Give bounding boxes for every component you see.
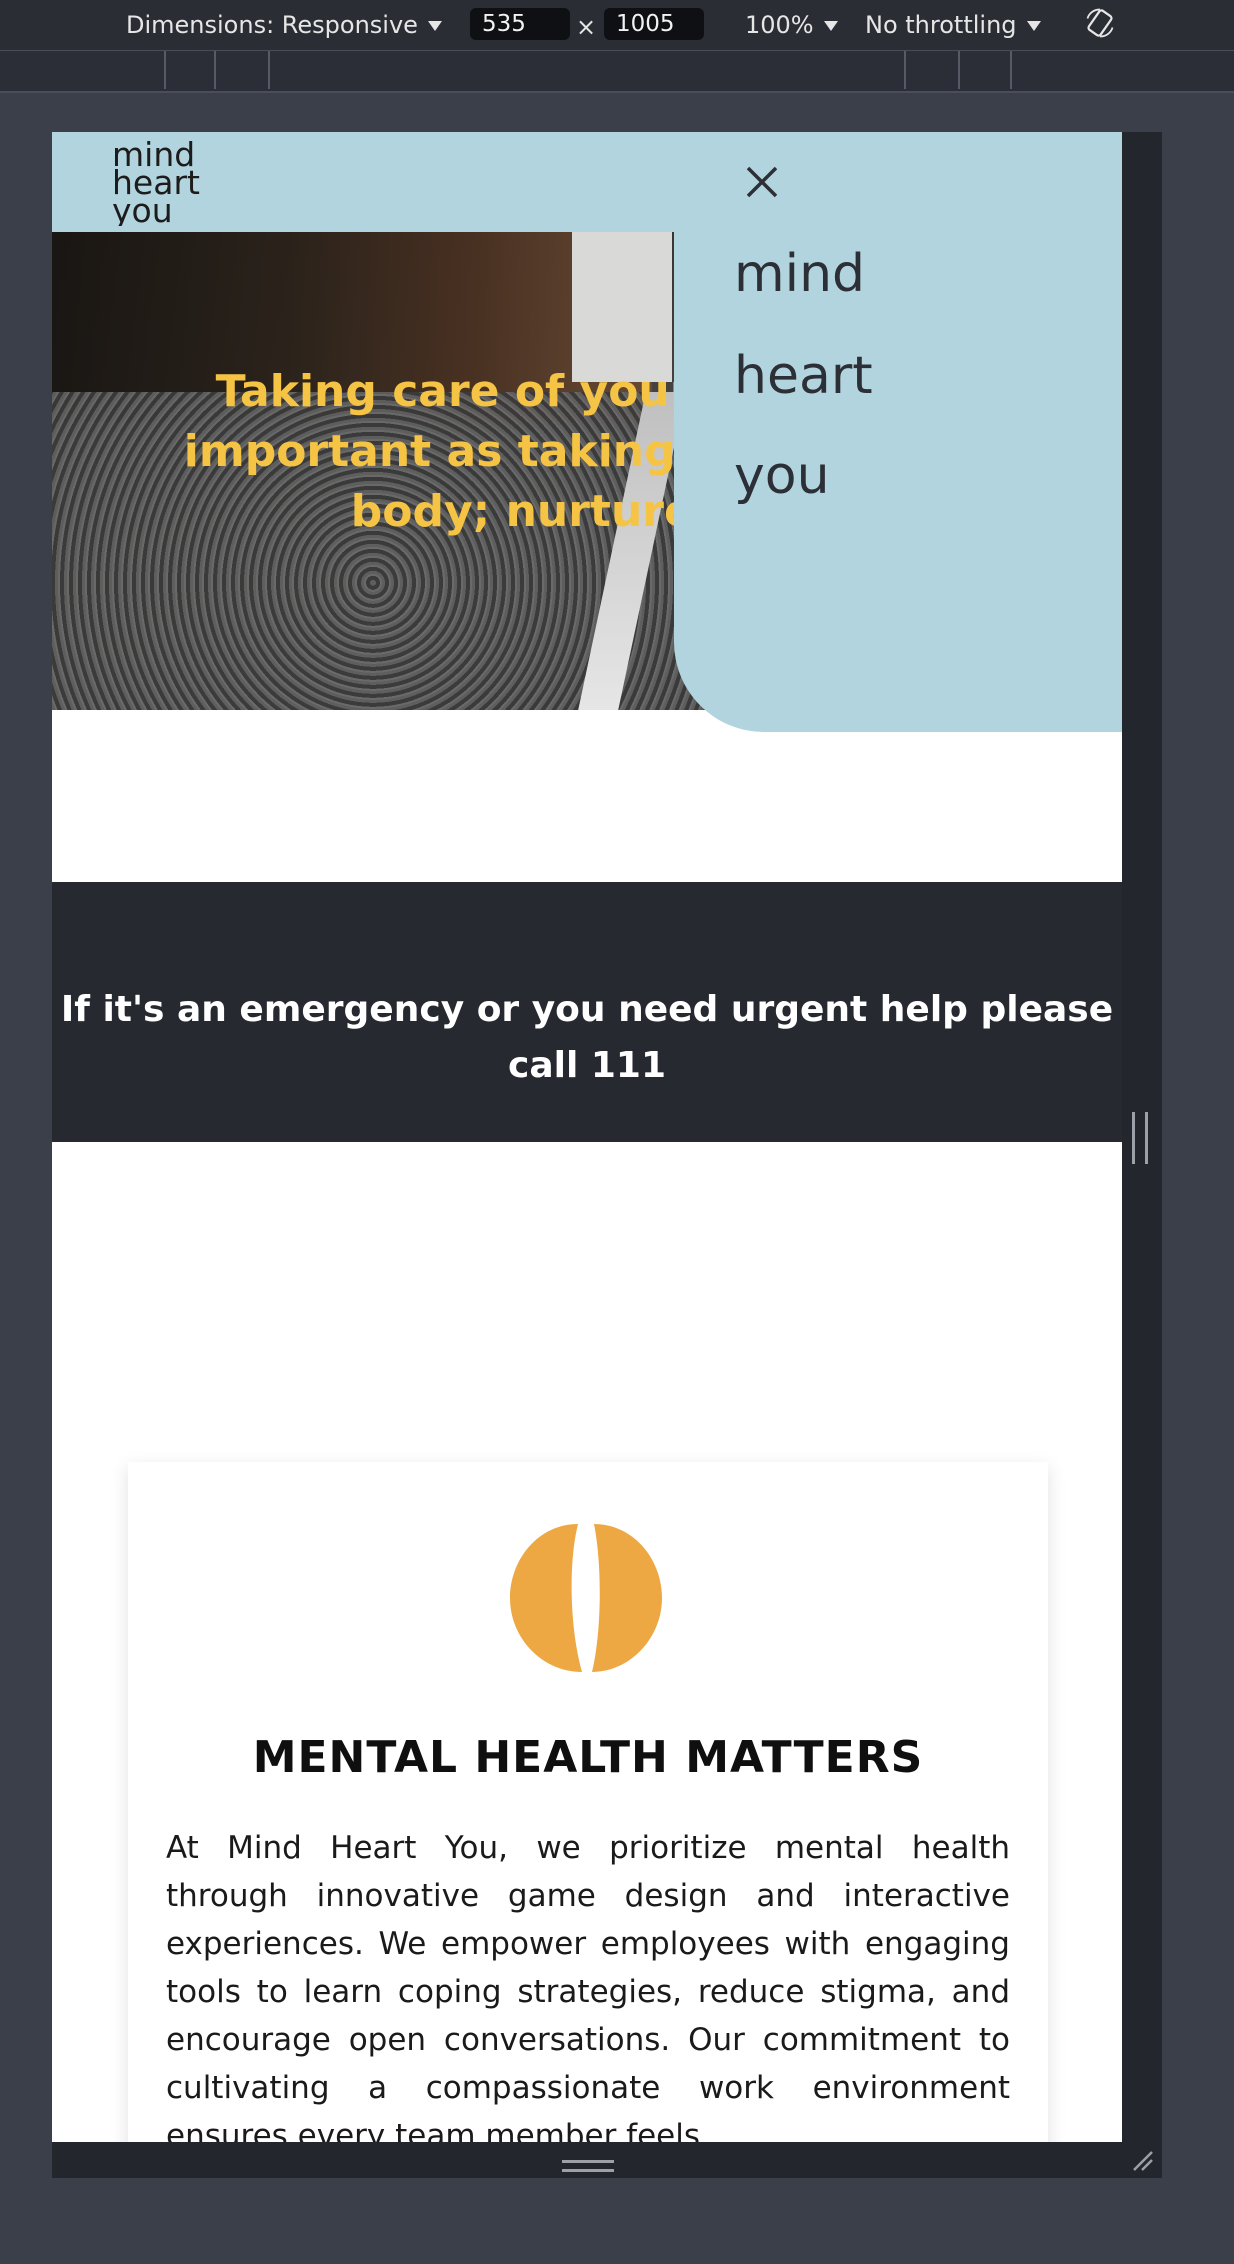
dropdown-caret-icon: [1026, 21, 1041, 31]
close-icon[interactable]: [742, 162, 782, 202]
height-input[interactable]: 1005: [604, 8, 704, 40]
menu-item-heart[interactable]: heart: [734, 346, 873, 406]
zoom-label: 100%: [745, 11, 814, 39]
menu-item-you[interactable]: you: [734, 446, 830, 506]
corner-resize-icon[interactable]: [1130, 2148, 1154, 2172]
dimensions-dropdown[interactable]: Dimensions: Responsive: [126, 8, 442, 42]
nav-menu: mind heart you: [674, 132, 1122, 732]
ruler-segment[interactable]: [164, 51, 166, 89]
ruler-segment[interactable]: [214, 51, 216, 89]
device-viewport: mind heart you Taking care of your mind …: [52, 132, 1122, 2142]
svg-text:you: you: [112, 191, 173, 226]
dimensions-label: Dimensions: Responsive: [126, 11, 418, 39]
ruler-segment[interactable]: [904, 51, 906, 89]
rotate-icon[interactable]: [1080, 6, 1120, 40]
ruler-segment[interactable]: [268, 51, 270, 89]
zoom-dropdown[interactable]: 100%: [745, 8, 838, 42]
card-body: At Mind Heart You, we prioritize mental …: [166, 1830, 1010, 2142]
right-resize-handle[interactable]: [1122, 132, 1162, 2178]
menu-item-mind[interactable]: mind: [734, 244, 865, 304]
card-title: MENTAL HEALTH MATTERS: [252, 1732, 924, 1783]
dropdown-caret-icon: [427, 21, 442, 31]
devtools-toolbar: Dimensions: Responsive 535 × 1005 100% N…: [0, 0, 1234, 50]
resize-grip-icon: [1132, 1112, 1148, 1164]
spacer: [52, 710, 1122, 882]
hero-sky-image: [572, 232, 672, 382]
ruler-segment[interactable]: [958, 51, 960, 89]
emergency-text: If it's an emergency or you need urgent …: [60, 989, 1114, 1086]
bottom-resize-handle[interactable]: [52, 2142, 1162, 2178]
brain-icon: [510, 1524, 662, 1672]
site-logo[interactable]: mind heart you: [110, 138, 250, 226]
resize-grip-icon: [562, 2160, 614, 2172]
media-query-ruler[interactable]: [0, 50, 1234, 93]
ruler-segment[interactable]: [1010, 51, 1012, 89]
dropdown-caret-icon: [823, 21, 838, 31]
throttling-dropdown[interactable]: No throttling: [865, 8, 1041, 42]
width-input[interactable]: 535: [470, 8, 570, 40]
throttling-label: No throttling: [865, 11, 1017, 39]
emergency-banner: If it's an emergency or you need urgent …: [52, 882, 1122, 1142]
mental-health-card: MENTAL HEALTH MATTERS At Mind Heart You,…: [128, 1462, 1048, 2142]
dimension-times: ×: [576, 13, 597, 41]
